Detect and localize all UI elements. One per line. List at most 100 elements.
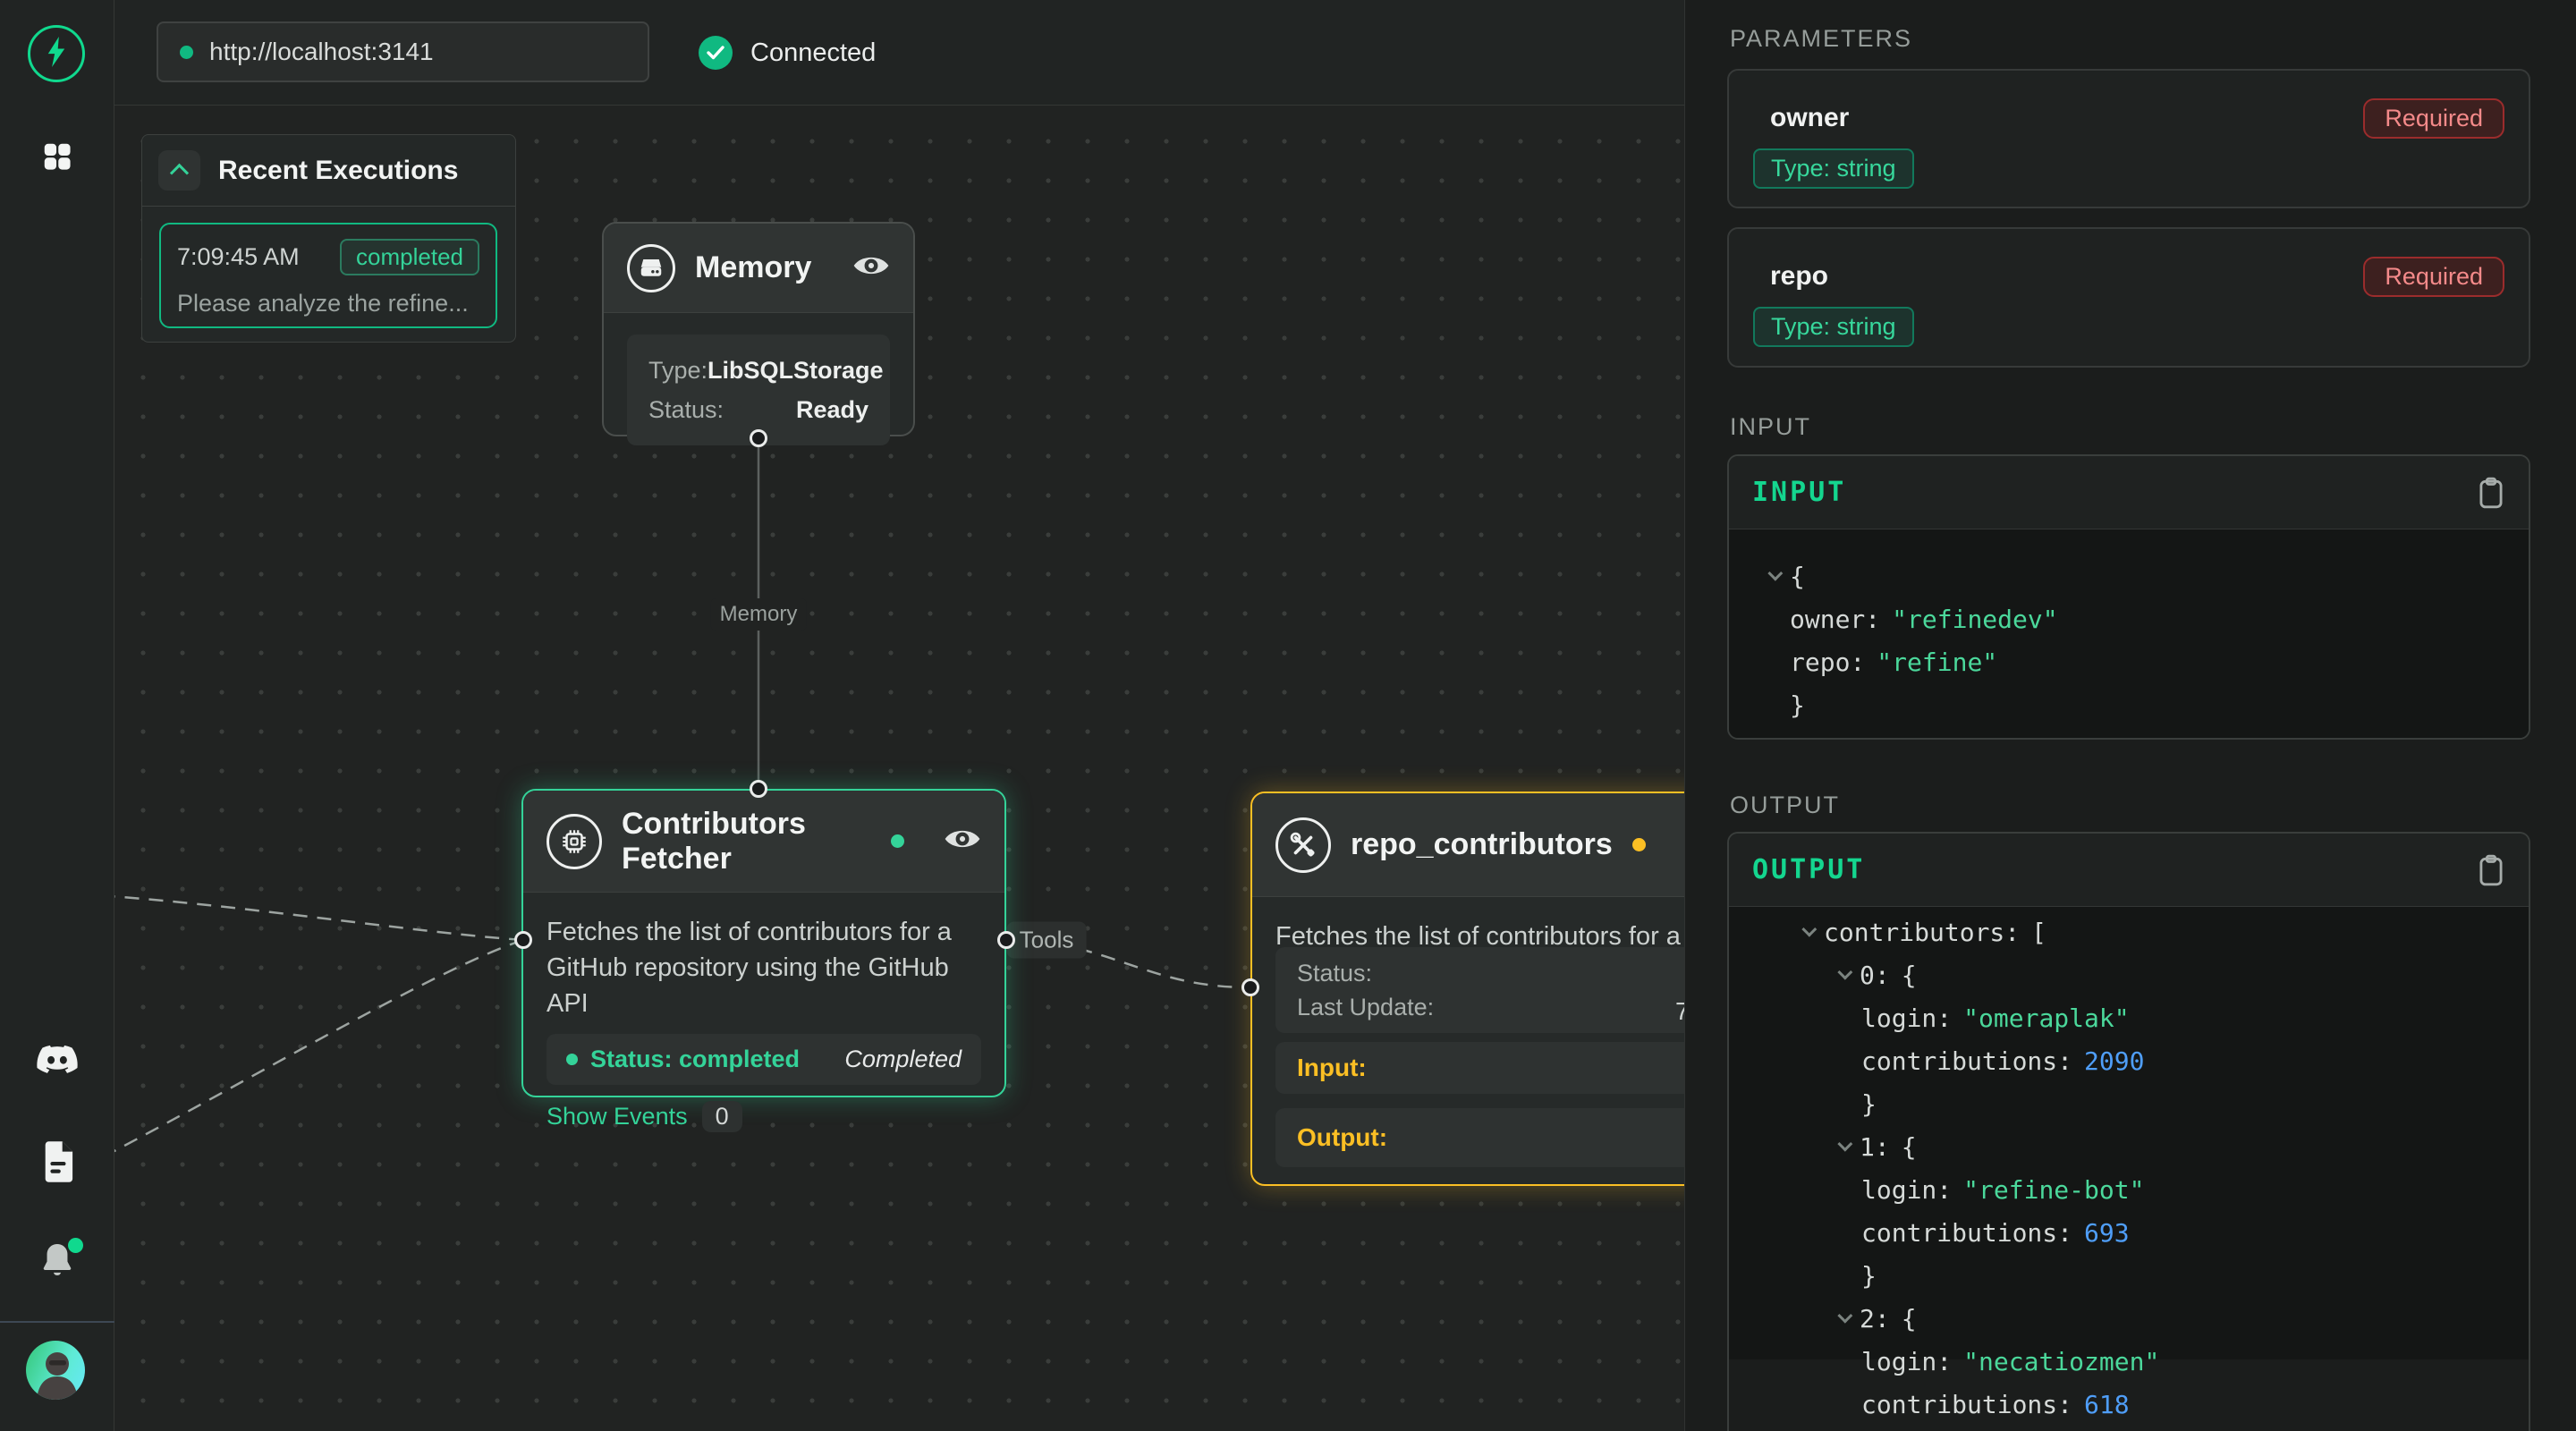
node-repo-output-box: Output: (1275, 1108, 1684, 1167)
chevron-up-icon (170, 164, 189, 182)
param-card-owner: owner Required Type: string (1727, 69, 2530, 208)
recent-executions-panel: Recent Executions 7:09:45 AM completed P… (141, 134, 516, 343)
execution-status-badge: completed (340, 239, 479, 275)
node-contributors-fetcher[interactable]: Contributors Fetcher Fetches the list of… (521, 789, 1006, 1097)
chevron-down-icon[interactable] (1837, 965, 1852, 980)
node-cf-status-text: Status: completed (590, 1046, 800, 1073)
execution-prompt: Please analyze the refine... (177, 290, 479, 318)
tools-icon (1275, 817, 1331, 873)
handle-cf-right[interactable] (997, 931, 1015, 949)
repo-last-update-value: 7 (1675, 997, 1684, 1026)
lightning-icon (41, 35, 72, 73)
eye-icon[interactable] (852, 252, 890, 284)
node-memory[interactable]: Memory Type: LibSQLStorage Status (602, 222, 915, 436)
copy-button[interactable] (2477, 476, 2505, 510)
execution-item[interactable]: 7:09:45 AM completed Please analyze the … (159, 223, 497, 328)
memory-type-label: Type: (648, 357, 708, 385)
chevron-down-icon[interactable] (1837, 1308, 1852, 1324)
input-card-title: INPUT (1752, 477, 1846, 508)
param-name: repo (1770, 261, 1828, 292)
node-memory-title: Memory (695, 250, 811, 285)
edge-offscreen-bottom (114, 940, 523, 1154)
output-card-header: OUTPUT (1729, 834, 2529, 907)
user-avatar[interactable] (26, 1341, 85, 1400)
input-section-label: INPUT (1730, 413, 1811, 441)
memory-status-row: Status: Ready (648, 390, 869, 429)
param-name: owner (1770, 103, 1849, 133)
node-cf-description: Fetches the list of contributors for a G… (547, 914, 981, 1021)
memory-status-label: Status: (648, 396, 724, 424)
input-json-tree[interactable]: { owner:"refinedev" repo:"refine" } (1729, 529, 2529, 740)
parameters-section-label: PARAMETERS (1730, 25, 1912, 53)
node-cf-status-left: Status: completed (566, 1046, 800, 1073)
storage-icon (627, 244, 675, 292)
param-card-repo: repo Required Type: string (1727, 227, 2530, 368)
copy-button[interactable] (2477, 853, 2505, 887)
events-count-badge: 0 (702, 1101, 742, 1132)
node-repo-input-box: Input: (1275, 1042, 1684, 1094)
required-badge: Required (2363, 98, 2504, 139)
type-badge: Type: string (1753, 148, 1914, 189)
node-cf-active-dot (891, 834, 904, 848)
agent-chip-icon (547, 814, 602, 869)
edge-offscreen-top (114, 896, 523, 940)
notification-badge (68, 1238, 83, 1253)
collapse-button[interactable] (158, 150, 200, 191)
node-cf-status-value: Completed (844, 1046, 962, 1073)
handle-repo-left[interactable] (1241, 978, 1259, 996)
node-memory-header: Memory (604, 224, 913, 313)
workflow-canvas[interactable]: Memory Tools Recent Executions 7:09:45 A… (114, 106, 1684, 1431)
repo-output-label: Output: (1297, 1123, 1387, 1152)
handle-memory-bottom[interactable] (750, 429, 767, 447)
node-repo-title: repo_contributors (1351, 827, 1613, 862)
required-badge: Required (2363, 257, 2504, 297)
server-url: http://localhost:3141 (209, 38, 434, 66)
sidebar-divider (0, 1321, 114, 1323)
check-icon (699, 36, 733, 70)
handle-cf-top[interactable] (750, 780, 767, 798)
app-logo[interactable] (28, 25, 85, 82)
repo-input-label: Input: (1297, 1054, 1367, 1082)
eye-icon[interactable] (944, 826, 981, 857)
show-events-link[interactable]: Show Events (547, 1103, 688, 1130)
edge-label-tools: Tools (1007, 922, 1087, 959)
status-dot (566, 1054, 578, 1065)
document-icon (40, 1141, 74, 1187)
output-card-title: OUTPUT (1752, 854, 1865, 885)
node-repo-contributors[interactable]: repo_contributors Fetches the list of co… (1250, 792, 1684, 1186)
memory-type-row: Type: LibSQLStorage (648, 351, 869, 390)
output-json-tree[interactable]: contributors:[ 0:{ login:"omeraplak" con… (1729, 907, 2529, 1359)
output-section-label: OUTPUT (1730, 792, 1840, 819)
repo-status-label: Status: (1297, 960, 1372, 987)
connection-status-label: Connected (750, 38, 876, 68)
server-url-input[interactable]: http://localhost:3141 (157, 21, 649, 82)
sidebar-item-discord[interactable] (0, 1045, 114, 1085)
discord-icon (35, 1045, 80, 1085)
chevron-down-icon[interactable] (1767, 566, 1783, 581)
chevron-down-icon[interactable] (1837, 1137, 1852, 1152)
sidebar-item-notifications[interactable] (0, 1241, 114, 1283)
handle-cf-left[interactable] (514, 931, 532, 949)
input-card: INPUT { owner:"refinedev" repo:"refine" … (1727, 454, 2530, 740)
node-repo-active-dot (1632, 838, 1646, 851)
topbar: http://localhost:3141 Connected (114, 0, 1684, 106)
memory-type-value: LibSQLStorage (708, 357, 884, 385)
connection-status: Connected (699, 0, 876, 106)
server-status-dot (180, 46, 193, 59)
node-cf-status: Status: completed Completed (547, 1034, 981, 1085)
sidebar-item-workflows[interactable] (0, 140, 114, 178)
type-badge: Type: string (1753, 307, 1914, 347)
recent-executions-title: Recent Executions (218, 156, 458, 186)
output-card: OUTPUT contributors:[ 0:{ login:"omerapl… (1727, 832, 2530, 1431)
chevron-down-icon[interactable] (1801, 922, 1817, 937)
input-card-header: INPUT (1729, 456, 2529, 529)
sidebar-item-docs[interactable] (0, 1141, 114, 1187)
node-cf-header: Contributors Fetcher (523, 791, 1004, 893)
node-repo-status-box: Status: Last Update: (1275, 947, 1684, 1033)
edge-label-memory: Memory (711, 598, 807, 631)
app-window: http://localhost:3141 Connected Memory T… (0, 0, 2576, 1431)
details-panel: PARAMETERS owner Required Type: string r… (1684, 0, 2576, 1431)
node-repo-header: repo_contributors (1252, 793, 1684, 897)
execution-time: 7:09:45 AM (177, 243, 300, 271)
sidebar (0, 0, 114, 1431)
